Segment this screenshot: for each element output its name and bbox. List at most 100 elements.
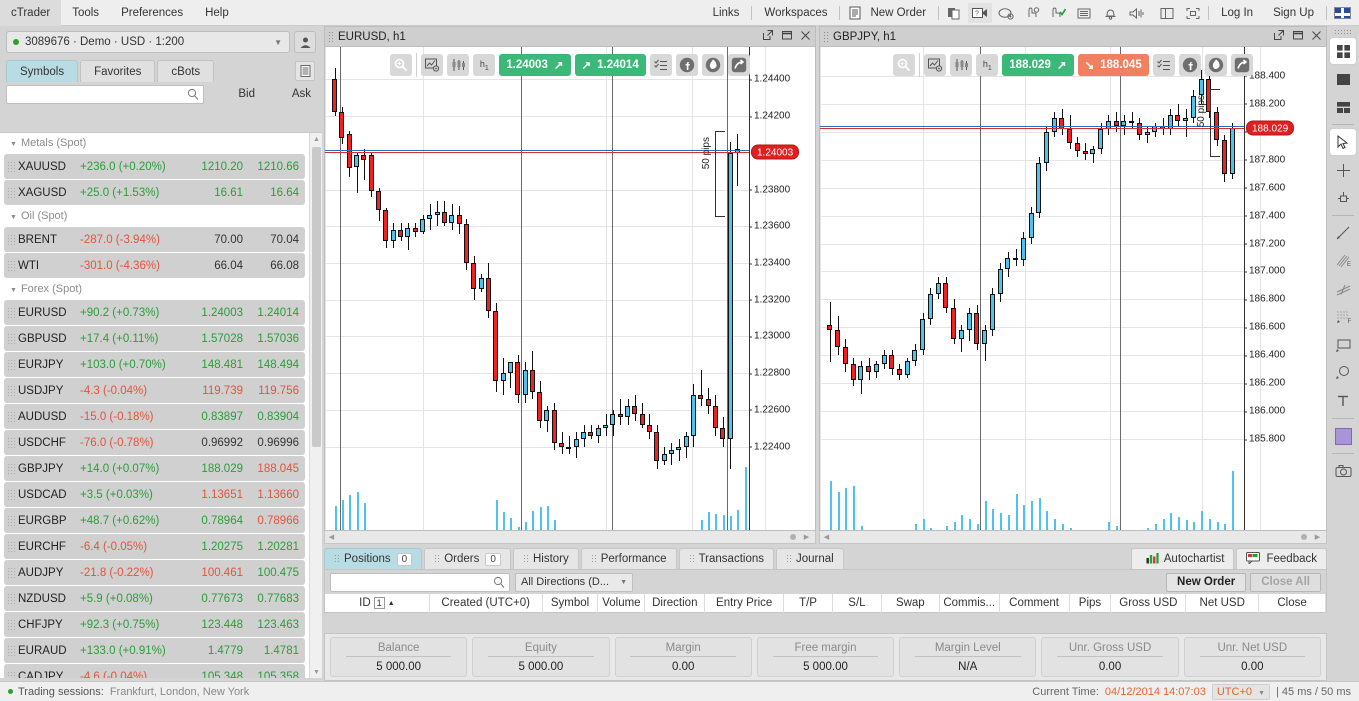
direction-filter-select[interactable]: All Directions (D... ▼ xyxy=(515,573,633,592)
symbol-bid[interactable]: 1.24003 xyxy=(181,307,243,319)
column-header-t-p[interactable]: T/P xyxy=(784,594,833,613)
chart-settings-icon[interactable] xyxy=(924,54,946,76)
timeframe-icon[interactable]: h1 xyxy=(976,54,998,76)
symbol-group-header[interactable]: ▼Metals (Spot) xyxy=(0,133,309,154)
tab-transactions[interactable]: Transactions xyxy=(679,548,774,569)
symbol-row[interactable]: NZDUSD+5.9 (+0.08%)0.776730.77683 xyxy=(4,586,305,611)
symbol-ask[interactable]: 1.4781 xyxy=(243,645,305,657)
symbol-ask[interactable]: 105.358 xyxy=(243,671,305,679)
symbol-bid[interactable]: 148.481 xyxy=(181,359,243,371)
analysis-icon[interactable] xyxy=(1205,54,1227,76)
symbol-ask[interactable]: 1.13660 xyxy=(243,489,305,501)
cloud-settings-icon[interactable] xyxy=(994,3,1018,23)
symbol-ask[interactable]: 0.78966 xyxy=(243,515,305,527)
tab-performance[interactable]: Performance xyxy=(581,548,677,569)
parallel-lines-icon[interactable] xyxy=(1330,276,1356,302)
tab-positions[interactable]: Positions 0 xyxy=(324,548,422,569)
symbol-group-header[interactable]: ▼Forex (Spot) xyxy=(0,279,309,300)
symbol-bid[interactable]: 70.00 xyxy=(181,234,243,246)
keyboard-icon[interactable] xyxy=(1072,3,1096,23)
bid-price-button[interactable]: 188.029 ↗ xyxy=(1002,54,1073,76)
drag-grip-icon[interactable] xyxy=(7,333,16,344)
column-header-net-usd[interactable]: Net USD xyxy=(1186,594,1259,613)
symbol-ask[interactable]: 66.08 xyxy=(243,260,305,272)
scrollbar-thumb[interactable] xyxy=(312,147,321,447)
drag-grip-icon[interactable] xyxy=(7,307,16,318)
login-button[interactable]: Log In xyxy=(1211,0,1263,26)
hand-settings-icon[interactable] xyxy=(1020,3,1044,23)
symbol-row[interactable]: USDJPY-4.3 (-0.04%)119.739119.756 xyxy=(4,378,305,403)
drag-grip-icon[interactable] xyxy=(7,619,16,630)
symbol-ask[interactable]: 16.64 xyxy=(243,187,305,199)
scroll-down-icon[interactable]: ▼ xyxy=(310,666,322,678)
column-header-bid[interactable]: Bid xyxy=(204,88,260,100)
symbol-bid[interactable]: 188.029 xyxy=(181,463,243,475)
facebook-icon[interactable] xyxy=(1179,54,1201,76)
tab-orders[interactable]: Orders 0 xyxy=(424,548,511,569)
search-input[interactable] xyxy=(7,86,203,103)
magnifier-icon[interactable] xyxy=(390,54,412,76)
drag-grip-icon[interactable] xyxy=(7,515,16,526)
symbol-bid[interactable]: 0.83897 xyxy=(181,411,243,423)
symbol-ask[interactable]: 119.756 xyxy=(243,385,305,397)
new-order-button[interactable]: New Order xyxy=(1166,573,1246,592)
tab-journal[interactable]: Journal xyxy=(776,548,844,569)
symbol-ask[interactable]: 100.475 xyxy=(243,567,305,579)
rectangle-icon[interactable] xyxy=(1330,332,1356,358)
share-icon[interactable] xyxy=(1231,54,1253,76)
bid-price-button[interactable]: 1.24003 ↗ xyxy=(499,54,570,76)
column-header-comment[interactable]: Comment xyxy=(1000,594,1070,613)
drag-grip-icon[interactable] xyxy=(328,31,334,42)
menu-tools[interactable]: Tools xyxy=(61,0,110,26)
drag-grip-icon[interactable] xyxy=(823,31,829,42)
chart-titlebar[interactable]: EURUSD, h1 xyxy=(324,26,816,47)
drag-grip-icon[interactable] xyxy=(7,411,16,422)
grid-layout-icon[interactable] xyxy=(1330,38,1356,64)
symbol-row[interactable]: CHFJPY+92.3 (+0.75%)123.448123.463 xyxy=(4,612,305,637)
tab-history[interactable]: History xyxy=(513,548,579,569)
uk-flag-icon[interactable] xyxy=(1330,3,1354,23)
menu-ctrader[interactable]: cTrader xyxy=(0,0,61,26)
crosshair-icon[interactable] xyxy=(1330,157,1356,183)
column-header-created-utc-0[interactable]: Created (UTC+0) xyxy=(430,594,543,613)
signup-button[interactable]: Sign Up xyxy=(1263,0,1324,26)
symbol-row[interactable]: BRENT-287.0 (-3.94%)70.0070.04 xyxy=(4,227,305,252)
menu-help[interactable]: Help xyxy=(194,0,240,26)
close-icon[interactable] xyxy=(1312,31,1321,43)
drag-grip-icon[interactable] xyxy=(7,463,16,474)
video-camera-icon[interactable]: ? xyxy=(968,3,992,23)
analysis-icon[interactable] xyxy=(702,54,724,76)
chart-horizontal-scrollbar[interactable]: ◀ ▶ xyxy=(819,531,1327,544)
symbol-ask[interactable]: 1210.66 xyxy=(243,161,305,173)
layout-icon[interactable] xyxy=(1155,3,1179,23)
scroll-left-icon[interactable]: ◀ xyxy=(820,533,833,541)
chart-canvas-eurusd[interactable]: h1 1.24003 ↗ ↗ 1.24014 xyxy=(324,47,816,531)
scroll-left-icon[interactable]: ◀ xyxy=(325,533,338,541)
candles-icon[interactable] xyxy=(950,54,972,76)
bell-icon[interactable] xyxy=(1098,3,1122,23)
drag-grip-icon[interactable] xyxy=(7,260,16,271)
chart-horizontal-scrollbar[interactable]: ◀ ▶ xyxy=(324,531,816,544)
scroll-handle-dot[interactable] xyxy=(1301,534,1307,540)
symbol-bid[interactable]: 66.04 xyxy=(181,260,243,272)
chart-settings-icon[interactable] xyxy=(421,54,443,76)
symbol-ask[interactable]: 123.463 xyxy=(243,619,305,631)
symbol-bid[interactable]: 119.739 xyxy=(181,385,243,397)
drag-grip-icon[interactable] xyxy=(591,554,596,564)
symbol-row[interactable]: USDCHF-76.0 (-0.78%)0.969920.96996 xyxy=(4,430,305,455)
tab-symbols[interactable]: Symbols xyxy=(6,60,78,82)
symbol-row[interactable]: USDCAD+3.5 (+0.03%)1.136511.13660 xyxy=(4,482,305,507)
symbol-bid[interactable]: 105.348 xyxy=(181,671,243,679)
drag-grip-icon[interactable] xyxy=(7,187,16,198)
positions-search-input[interactable] xyxy=(331,574,509,591)
checklist-icon[interactable] xyxy=(650,54,672,76)
checklist-icon[interactable] xyxy=(1153,54,1175,76)
symbol-bid[interactable]: 1.57028 xyxy=(181,333,243,345)
column-header-pips[interactable]: Pips xyxy=(1070,594,1112,613)
maximize-icon[interactable] xyxy=(1293,30,1303,43)
timeframe-icon[interactable]: h1 xyxy=(473,54,495,76)
detach-icon[interactable] xyxy=(763,30,773,43)
single-panel-icon[interactable] xyxy=(1330,66,1356,92)
symbol-row[interactable]: EURUSD+90.2 (+0.73%)1.240031.24014 xyxy=(4,300,305,325)
symbol-ask[interactable]: 148.494 xyxy=(243,359,305,371)
